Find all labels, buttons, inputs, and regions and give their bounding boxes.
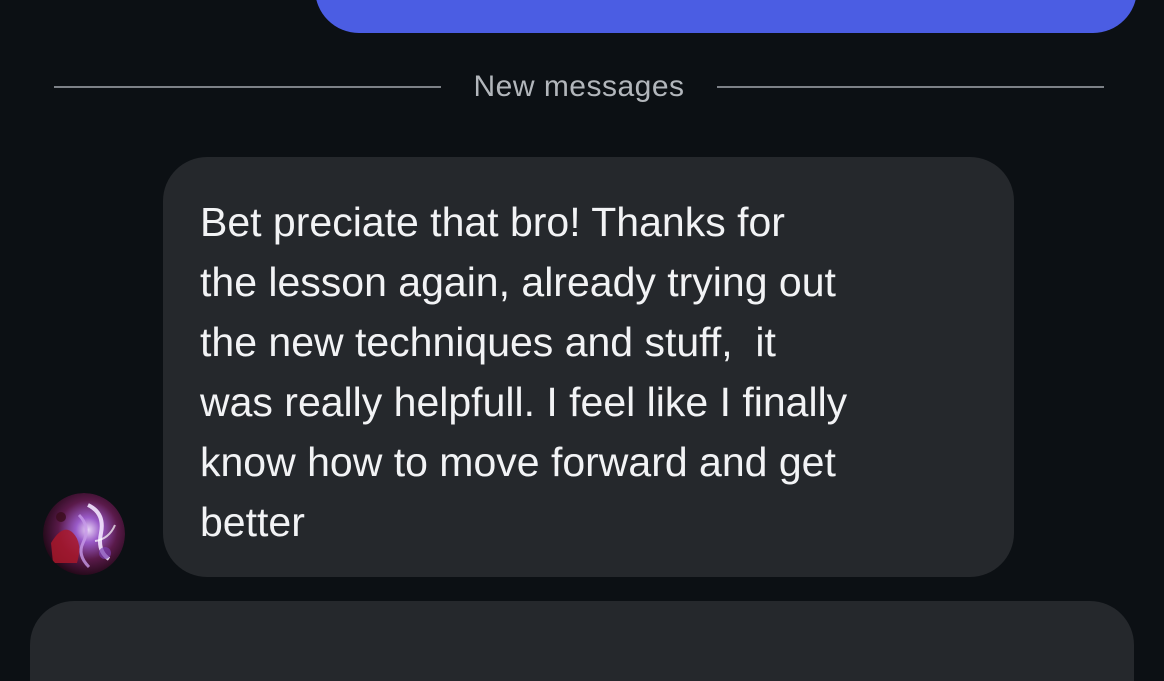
user-avatar-icon — [43, 493, 125, 575]
next-message-bubble[interactable] — [30, 601, 1134, 681]
received-message-bubble[interactable]: Bet preciate that bro! Thanks for the le… — [163, 157, 1014, 577]
divider-line-right — [716, 86, 1105, 88]
new-messages-divider: New messages — [54, 65, 1105, 109]
new-messages-label: New messages — [473, 70, 685, 103]
divider-line-left — [54, 86, 442, 88]
sent-message-bubble[interactable] — [315, 0, 1137, 33]
sender-avatar[interactable] — [43, 493, 125, 575]
message-text: Bet preciate that bro! Thanks for the le… — [200, 199, 848, 545]
